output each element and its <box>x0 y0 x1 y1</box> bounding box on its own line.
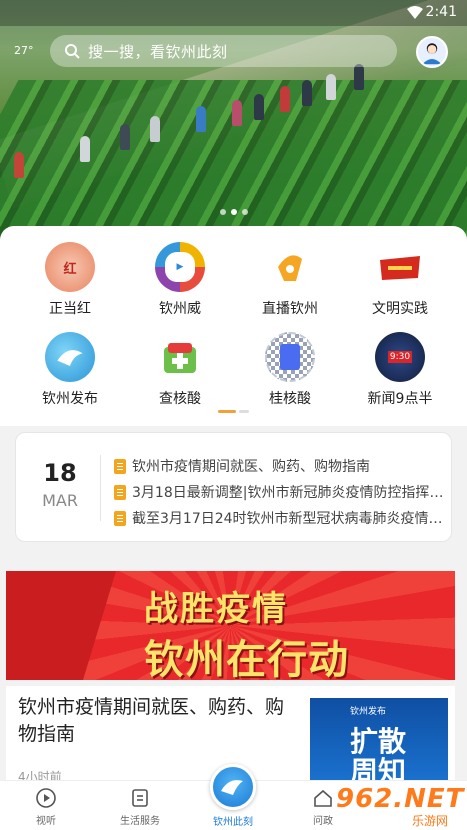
carousel-dot <box>242 209 248 215</box>
news-brief-item[interactable]: 3月18日最新调整|钦州市新冠肺炎疫情防控指挥部通告 <box>114 479 446 505</box>
hero-workers <box>10 60 370 190</box>
qinzhou-release-icon <box>45 332 95 382</box>
document-icon <box>114 510 126 526</box>
watermark-sub: 乐游网 <box>412 814 449 828</box>
status-time: 2:41 <box>425 4 457 20</box>
dolphin-icon <box>221 780 243 795</box>
date-day: 18 <box>43 459 77 487</box>
wifi-icon <box>407 6 423 19</box>
news-brief-text: 3月18日最新调整|钦州市新冠肺炎疫情防控指挥部通告 <box>132 485 446 501</box>
carousel-dot-active <box>231 209 237 215</box>
short-video-icon: ▶ <box>155 242 205 292</box>
nav-label-center[interactable]: 钦州此刻 <box>203 813 263 828</box>
news-brief-text: 钦州市疫情期间就医、购药、购物指南 <box>132 459 370 475</box>
news-brief-card[interactable]: 18 MAR 钦州市疫情期间就医、购药、购物指南 3月18日最新调整|钦州市新冠… <box>15 432 452 542</box>
quick-links-panel: 红 正当红 ▶ 钦州威 直播钦州 文明实践 钦州发布 查核酸 桂核酸 9:30 … <box>0 226 467 426</box>
news-brief-item[interactable]: 截至3月17日24时钦州市新型冠状病毒肺炎疫情情况 <box>114 505 446 531</box>
quick-link-live[interactable]: 直播钦州 <box>235 242 345 318</box>
site-watermark: 962.NET 乐游网 <box>322 780 465 828</box>
qinzhou-now-icon[interactable] <box>210 764 256 810</box>
nav-item-audiovisual[interactable]: 视听 <box>1 787 91 827</box>
document-icon <box>114 484 126 500</box>
nav-item-services[interactable]: 生活服务 <box>95 787 185 827</box>
quick-link-label: 查核酸 <box>159 391 201 407</box>
date-box: 18 MAR <box>30 459 90 510</box>
quick-link-release[interactable]: 钦州发布 <box>15 332 125 408</box>
quick-link-label: 钦州威 <box>159 301 201 317</box>
divider <box>100 455 101 521</box>
quick-link-label: 钦州发布 <box>42 391 98 407</box>
quick-link-qinzhouwei[interactable]: ▶ 钦州威 <box>125 242 235 318</box>
promo-banner[interactable]: 战胜疫情 钦州在行动 <box>6 571 455 680</box>
banner-line1: 战胜疫情 <box>144 589 288 629</box>
news-brief-list: 钦州市疫情期间就医、购药、购物指南 3月18日最新调整|钦州市新冠肺炎疫情防控指… <box>114 453 446 531</box>
status-bar: 2:41 <box>0 0 467 26</box>
news-brief-item[interactable]: 钦州市疫情期间就医、购药、购物指南 <box>114 453 446 479</box>
article-thumbnail: 钦州发布 扩散 周知 <box>310 698 448 788</box>
date-month: MAR <box>42 491 78 510</box>
news-930-icon: 9:30 <box>375 332 425 382</box>
quick-link-civilization[interactable]: 文明实践 <box>345 242 455 318</box>
search-input[interactable]: 搜一搜，看钦州此刻 <box>50 35 397 67</box>
quick-link-check-nucleic[interactable]: 查核酸 <box>125 332 235 408</box>
fist-graphic <box>6 571 116 680</box>
article-title: 钦州市疫情期间就医、购药、购物指南 <box>18 696 285 745</box>
live-icon <box>265 242 315 292</box>
medical-kit-icon <box>155 332 205 382</box>
news-brief-text: 截至3月17日24时钦州市新型冠状病毒肺炎疫情情况 <box>132 511 446 527</box>
app-screen: 2:41 27° 搜一搜，看钦州此刻 红 正当红 ▶ 钦州威 直播钦州 文明实践… <box>0 0 467 830</box>
watermark-text: 962.NET <box>336 784 465 814</box>
temperature: 27° <box>14 44 34 57</box>
grid-page-indicator <box>218 410 249 413</box>
quick-link-gui-nucleic[interactable]: 桂核酸 <box>235 332 345 408</box>
zhengdanghong-icon: 红 <box>45 242 95 292</box>
quick-link-label: 正当红 <box>49 301 91 317</box>
user-icon <box>422 43 442 65</box>
quick-link-news-930[interactable]: 9:30 新闻9点半 <box>345 332 455 408</box>
quick-link-label: 桂核酸 <box>269 391 311 407</box>
service-icon <box>132 789 148 807</box>
banner-line2: 钦州在行动 <box>144 636 349 680</box>
quick-link-label: 新闻9点半 <box>367 391 433 407</box>
quick-link-label: 直播钦州 <box>262 301 318 317</box>
document-icon <box>114 458 126 474</box>
nav-label: 生活服务 <box>120 816 160 827</box>
carousel-indicator <box>220 209 248 215</box>
quick-link-zhengdanghong[interactable]: 红 正当红 <box>15 242 125 318</box>
nav-label: 视听 <box>36 816 56 827</box>
thumb-source: 钦州发布 <box>350 707 387 717</box>
qr-code-icon <box>265 332 315 382</box>
search-icon <box>65 44 80 59</box>
quick-link-label: 文明实践 <box>372 301 428 317</box>
play-icon <box>36 788 56 808</box>
civilization-icon <box>375 242 425 292</box>
quick-links-grid: 红 正当红 ▶ 钦州威 直播钦州 文明实践 钦州发布 查核酸 桂核酸 9:30 … <box>15 242 455 408</box>
avatar[interactable] <box>416 36 448 68</box>
search-placeholder: 搜一搜，看钦州此刻 <box>88 42 228 61</box>
carousel-dot <box>220 209 226 215</box>
